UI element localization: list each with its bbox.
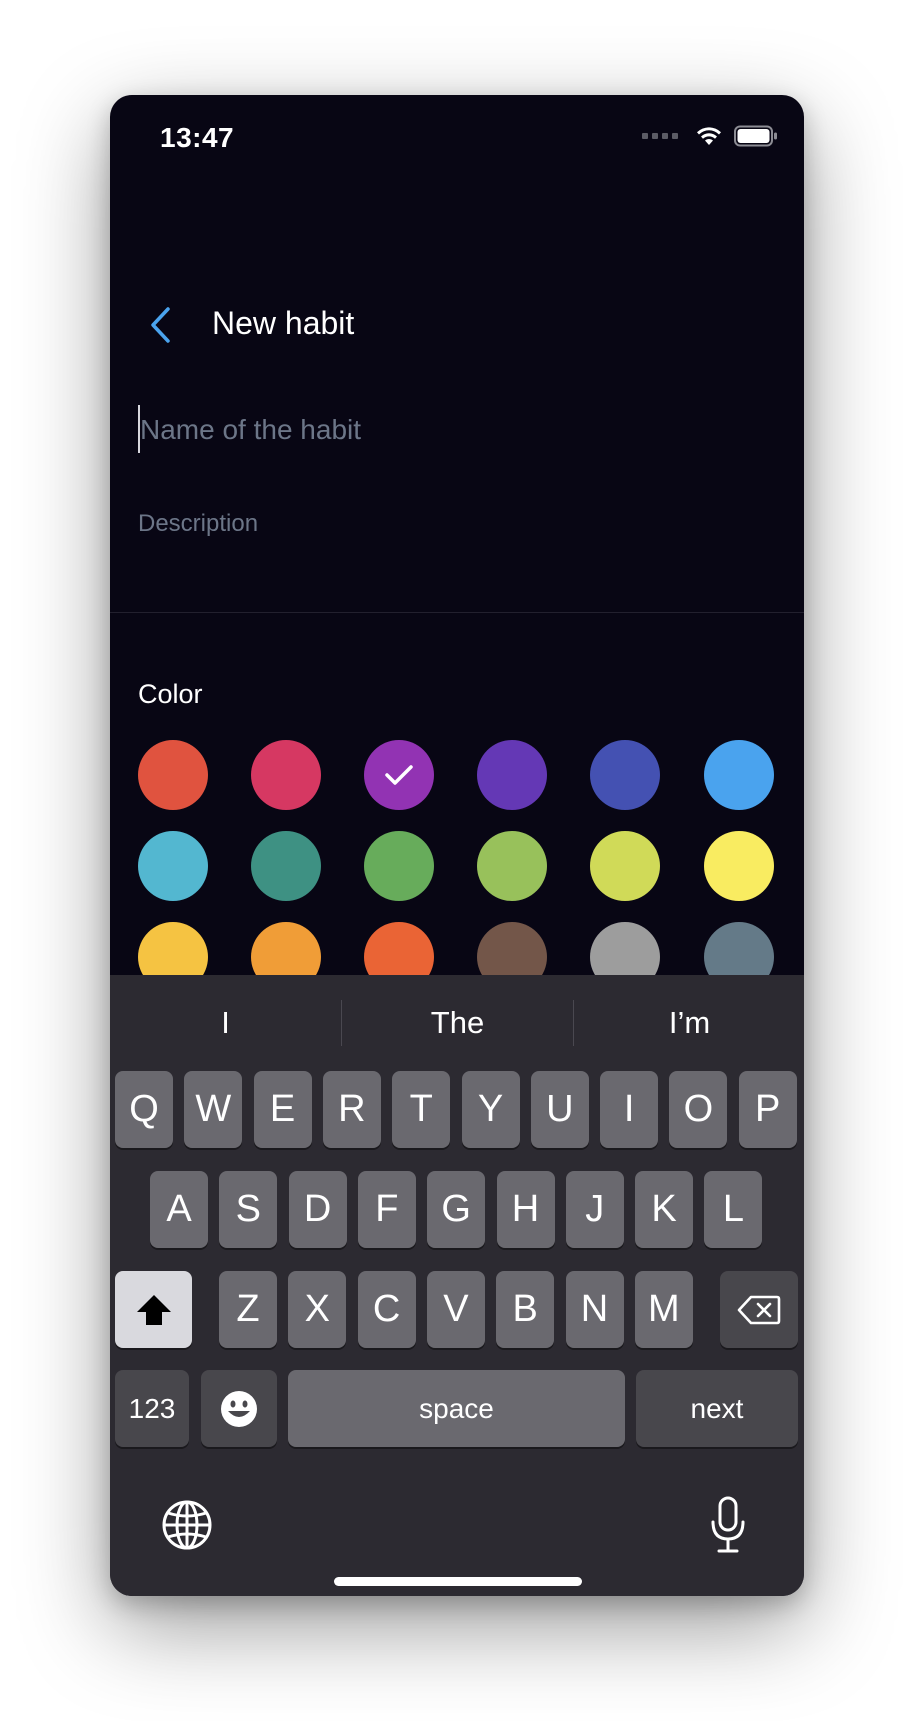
status-icons bbox=[642, 125, 778, 147]
page-title: New habit bbox=[212, 305, 355, 341]
color-swatch[interactable] bbox=[704, 831, 774, 901]
key-d[interactable]: D bbox=[288, 1171, 347, 1248]
key-o[interactable]: O bbox=[669, 1071, 728, 1148]
key-j[interactable]: J bbox=[565, 1171, 624, 1248]
nav-header: New habit bbox=[110, 285, 804, 365]
key-y[interactable]: Y bbox=[461, 1071, 520, 1148]
description-placeholder: Description bbox=[138, 510, 259, 537]
next-key[interactable]: next bbox=[636, 1370, 798, 1447]
suggestion-3[interactable]: I’m bbox=[574, 975, 804, 1071]
color-swatch[interactable] bbox=[251, 740, 321, 810]
key-i[interactable]: I bbox=[600, 1071, 659, 1148]
suggestion-2[interactable]: The bbox=[342, 975, 573, 1071]
color-swatch[interactable] bbox=[138, 740, 208, 810]
phone-screen: 13:47 New habit Name of the habit Descri… bbox=[110, 95, 804, 1596]
back-button[interactable] bbox=[140, 300, 180, 350]
key-m[interactable]: M bbox=[634, 1271, 693, 1348]
status-time: 13:47 bbox=[160, 122, 235, 153]
key-q[interactable]: Q bbox=[115, 1071, 173, 1148]
key-c[interactable]: C bbox=[357, 1271, 416, 1348]
key-u[interactable]: U bbox=[530, 1071, 589, 1148]
key-g[interactable]: G bbox=[427, 1171, 486, 1248]
key-k[interactable]: K bbox=[635, 1171, 694, 1248]
shift-key[interactable] bbox=[115, 1271, 192, 1348]
status-bar: 13:47 bbox=[110, 95, 804, 175]
key-l[interactable]: L bbox=[704, 1171, 763, 1248]
battery-icon bbox=[734, 125, 777, 147]
backspace-icon bbox=[737, 1295, 781, 1324]
key-r[interactable]: R bbox=[322, 1071, 381, 1148]
key-v[interactable]: V bbox=[426, 1271, 485, 1348]
globe-icon bbox=[162, 1500, 212, 1550]
space-key[interactable]: space bbox=[288, 1370, 625, 1447]
numbers-key[interactable]: 123 bbox=[115, 1370, 189, 1447]
cellular-signal-icon bbox=[642, 133, 678, 139]
color-swatch[interactable] bbox=[477, 740, 547, 810]
color-swatch[interactable] bbox=[364, 831, 434, 901]
dictation-button[interactable] bbox=[706, 1493, 750, 1557]
color-swatch[interactable] bbox=[138, 831, 208, 901]
keyboard: I The I’m QWERTYUIOPASDFGHJKLZXCVBNM 123 bbox=[110, 975, 804, 1596]
key-z[interactable]: Z bbox=[219, 1271, 277, 1348]
key-b[interactable]: B bbox=[496, 1271, 555, 1348]
key-p[interactable]: P bbox=[738, 1071, 797, 1148]
checkmark-icon bbox=[385, 765, 413, 785]
color-swatch[interactable] bbox=[364, 740, 434, 810]
key-e[interactable]: E bbox=[253, 1071, 312, 1148]
key-h[interactable]: H bbox=[496, 1171, 555, 1248]
divider bbox=[110, 612, 804, 613]
chevron-left-icon bbox=[151, 307, 170, 343]
key-n[interactable]: N bbox=[565, 1271, 624, 1348]
key-x[interactable]: X bbox=[288, 1271, 347, 1348]
emoji-icon bbox=[221, 1390, 257, 1427]
suggestion-1[interactable]: I bbox=[110, 975, 341, 1071]
microphone-icon bbox=[711, 1496, 745, 1553]
suggestion-bar: I The I’m bbox=[110, 975, 804, 1071]
key-t[interactable]: T bbox=[392, 1071, 451, 1148]
color-swatch[interactable] bbox=[477, 831, 547, 901]
shift-icon bbox=[136, 1294, 171, 1325]
habit-name-input[interactable]: Name of the habit bbox=[138, 405, 768, 457]
color-swatch[interactable] bbox=[590, 831, 660, 901]
key-a[interactable]: A bbox=[150, 1171, 208, 1248]
key-w[interactable]: W bbox=[184, 1071, 243, 1148]
globe-button[interactable] bbox=[160, 1498, 214, 1552]
delete-key[interactable] bbox=[720, 1271, 798, 1348]
emoji-key[interactable] bbox=[201, 1370, 277, 1447]
color-section-label: Color bbox=[138, 679, 203, 709]
color-swatch[interactable] bbox=[704, 740, 774, 810]
color-swatch[interactable] bbox=[251, 831, 321, 901]
wifi-icon bbox=[697, 127, 721, 145]
habit-name-placeholder: Name of the habit bbox=[140, 414, 362, 445]
home-indicator bbox=[334, 1577, 582, 1586]
key-s[interactable]: S bbox=[219, 1171, 278, 1248]
key-f[interactable]: F bbox=[357, 1171, 416, 1248]
color-swatch[interactable] bbox=[590, 740, 660, 810]
description-input[interactable]: Description bbox=[138, 510, 768, 550]
